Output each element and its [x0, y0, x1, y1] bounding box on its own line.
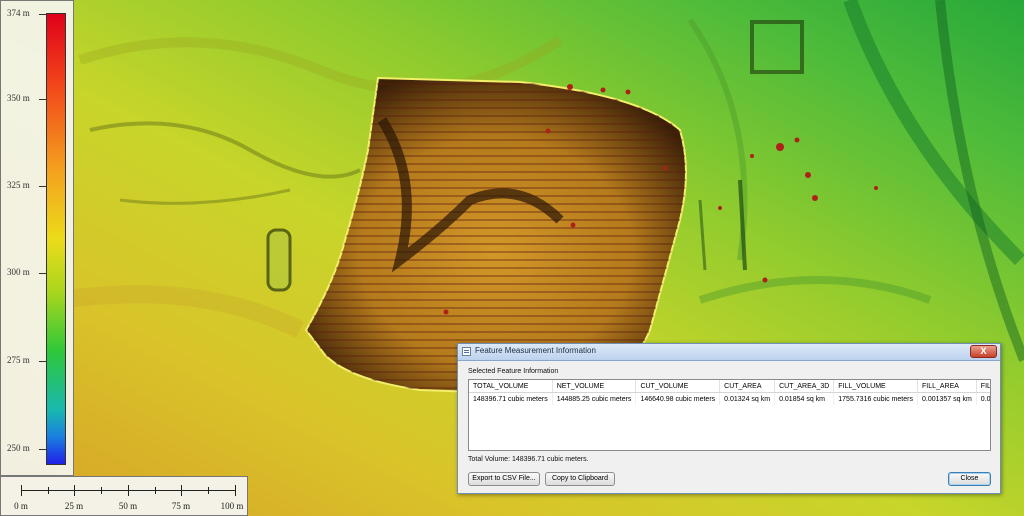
section-label: Selected Feature Information — [468, 368, 559, 375]
column-header[interactable]: FILL_AREA_3D — [976, 380, 990, 393]
export-csv-button[interactable]: Export to CSV File... — [468, 472, 540, 486]
column-header[interactable]: FILL_VOLUME — [833, 380, 918, 393]
scale-tick — [235, 485, 236, 496]
scale-tick — [101, 487, 102, 494]
legend-label-350: 350 m — [7, 93, 30, 103]
legend-tick — [39, 361, 46, 362]
table-header-row: TOTAL_VOLUME NET_VOLUME CUT_VOLUME CUT_A… — [469, 380, 990, 393]
legend-label-250: 250 m — [7, 443, 30, 453]
legend-tick — [39, 273, 46, 274]
scale-tick — [74, 485, 75, 496]
feature-info-table[interactable]: TOTAL_VOLUME NET_VOLUME CUT_VOLUME CUT_A… — [468, 379, 991, 451]
table-cell: 146640.98 cubic meters — [635, 392, 721, 405]
legend-tick — [39, 14, 46, 15]
scale-tick — [208, 487, 209, 494]
scale-tick — [181, 485, 182, 496]
table-cell: 148396.71 cubic meters — [469, 392, 553, 405]
scale-tick — [21, 485, 22, 496]
close-window-button[interactable]: X — [970, 345, 997, 358]
dialog-title: Feature Measurement Information — [475, 346, 596, 355]
scale-tick — [48, 487, 49, 494]
close-button[interactable]: Close — [948, 472, 991, 486]
legend-tick — [39, 186, 46, 187]
table-cell: 0.01324 sq km — [719, 392, 776, 405]
total-volume-status: Total Volume: 148396.71 cubic meters. — [468, 456, 589, 463]
elevation-color-ramp — [46, 13, 66, 465]
legend-label-325: 325 m — [7, 180, 30, 190]
column-header[interactable]: CUT_AREA_3D — [774, 380, 835, 393]
table-cell: 0.001357 sq km — [917, 392, 977, 405]
table-row[interactable]: 148396.71 cubic meters 144885.25 cubic m… — [469, 392, 990, 405]
legend-label-374: 374 m — [7, 8, 30, 18]
legend-tick — [39, 449, 46, 450]
table-cell: 0.0015 sq km — [976, 392, 990, 405]
elevation-legend: 374 m 350 m 325 m 300 m 275 m 250 m — [0, 0, 74, 476]
column-header[interactable]: CUT_AREA — [719, 380, 776, 393]
scale-label-0: 0 m — [14, 501, 28, 511]
scale-label-25: 25 m — [64, 501, 84, 511]
scale-label-75: 75 m — [171, 501, 191, 511]
scale-label-100: 100 m — [220, 501, 244, 511]
scale-bar: 0 m 25 m 50 m 75 m 100 m — [0, 476, 248, 516]
column-header[interactable]: FILL_AREA — [917, 380, 977, 393]
feature-measurement-dialog: Feature Measurement Information X Select… — [457, 343, 1001, 494]
table-cell: 144885.25 cubic meters — [552, 392, 637, 405]
scale-tick — [155, 487, 156, 494]
table-cell: 1755.7316 cubic meters — [833, 392, 918, 405]
column-header[interactable]: CUT_VOLUME — [635, 380, 721, 393]
legend-label-300: 300 m — [7, 267, 30, 277]
scale-tick — [128, 485, 129, 496]
legend-label-275: 275 m — [7, 355, 30, 365]
copy-clipboard-button[interactable]: Copy to Clipboard — [545, 472, 615, 486]
legend-tick — [39, 99, 46, 100]
scale-label-50: 50 m — [118, 501, 138, 511]
table-cell: 0.01854 sq km — [774, 392, 835, 405]
column-header[interactable]: NET_VOLUME — [552, 380, 637, 393]
column-header[interactable]: TOTAL_VOLUME — [469, 380, 553, 393]
dialog-titlebar[interactable]: Feature Measurement Information X — [458, 344, 1000, 361]
window-icon — [462, 347, 471, 356]
